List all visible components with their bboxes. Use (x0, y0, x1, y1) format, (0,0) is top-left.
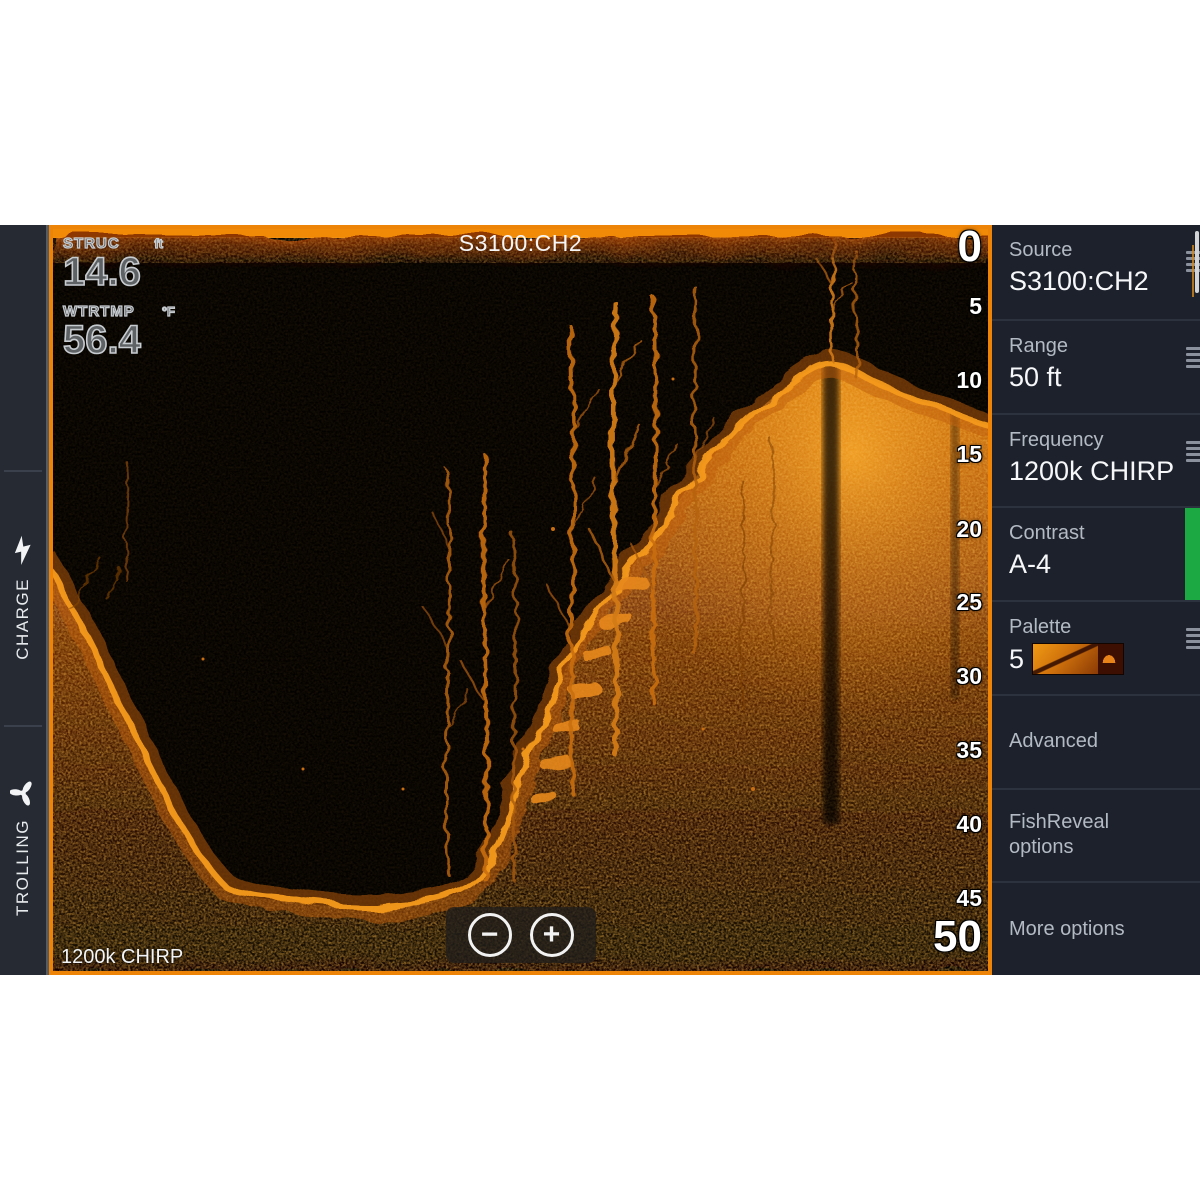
menu-item-fishreveal-options[interactable]: FishReveal options (992, 788, 1200, 882)
menu-item-value: A-4 (1009, 549, 1200, 580)
propeller-icon (10, 780, 36, 811)
menu-item-palette[interactable]: Palette 5 (992, 600, 1200, 694)
menu-item-label: Palette (1009, 615, 1159, 640)
submenu-list-icon (1186, 628, 1200, 649)
zoom-in-button[interactable]: + (530, 913, 574, 957)
menu-item-value: 1200k CHIRP (1009, 456, 1200, 487)
depth-tick-15: 15 (956, 441, 982, 468)
menu-item-label: More options (1009, 917, 1125, 942)
palette-preview-thumbnail (1032, 643, 1124, 675)
submenu-list-icon (1186, 441, 1200, 462)
contrast-active-indicator (1185, 508, 1200, 600)
menu-item-contrast[interactable]: Contrast A-4 (992, 506, 1200, 600)
wtrtmp-unit: °F (162, 304, 175, 319)
sidebar-item-trolling[interactable]: TROLLING (0, 780, 46, 916)
menu-item-range[interactable]: Range 50 ft (992, 319, 1200, 413)
plus-icon: + (543, 916, 561, 954)
submenu-list-icon (1186, 347, 1200, 368)
sidebar-item-charge[interactable]: CHARGE (0, 535, 46, 660)
menu-scrollbar-accent (1192, 245, 1194, 297)
palette-fish-swatch (1098, 644, 1123, 674)
struc-unit: ft (154, 236, 163, 251)
sidebar-divider (4, 470, 42, 472)
depth-tick-30: 30 (956, 663, 982, 690)
sidebar-divider (4, 725, 42, 727)
menu-item-source[interactable]: Source S3100:CH2 (992, 225, 1200, 319)
fish-arch-icon (1101, 653, 1117, 663)
zoom-control: − + (446, 907, 596, 963)
struc-value: 14.6 (63, 252, 183, 293)
wtrtmp-value: 56.4 (63, 320, 193, 361)
sonar-settings-menu: Source S3100:CH2 Range 50 ft Frequency 1… (992, 225, 1200, 975)
menu-item-advanced[interactable]: Advanced (992, 694, 1200, 788)
menu-item-label: Advanced (1009, 729, 1098, 754)
depth-tick-25: 25 (956, 589, 982, 616)
menu-item-label: Contrast (1009, 521, 1159, 546)
depth-tick-5: 5 (969, 293, 982, 320)
sidebar-item-label: TROLLING (13, 819, 33, 916)
lightning-bolt-icon (10, 535, 36, 570)
depth-tick-20: 20 (956, 516, 982, 543)
menu-item-label: Range (1009, 334, 1159, 359)
menu-item-more-options[interactable]: More options (992, 881, 1200, 975)
menu-item-label: Frequency (1009, 428, 1159, 453)
depth-tick-50: 50 (933, 915, 982, 959)
frequency-overlay-label: 1200k CHIRP (61, 946, 183, 969)
water-temp-gauge: WTRTMP °F 56.4 (63, 303, 193, 361)
palette-gradient-swatch (1033, 644, 1098, 674)
menu-item-value: 5 (1009, 644, 1024, 675)
menu-scrollbar[interactable] (1195, 231, 1199, 293)
zoom-out-button[interactable]: − (468, 913, 512, 957)
minus-icon: − (481, 916, 499, 954)
structure-depth-gauge: STRUC ft 14.6 (63, 235, 183, 293)
depth-tick-0: 0 (958, 225, 982, 269)
menu-item-value: 50 ft (1009, 362, 1200, 393)
sidebar-item-label: CHARGE (13, 578, 33, 660)
menu-item-label: Source (1009, 238, 1159, 263)
depth-tick-35: 35 (956, 737, 982, 764)
sonar-image (53, 229, 988, 971)
depth-tick-10: 10 (956, 367, 982, 394)
sonar-source-title: S3100:CH2 (53, 230, 988, 257)
menu-item-value: S3100:CH2 (1009, 266, 1200, 297)
depth-tick-40: 40 (956, 811, 982, 838)
menu-item-label: FishReveal options (1009, 810, 1159, 860)
left-control-bar: CHARGE TROLLING (0, 225, 49, 975)
menu-item-frequency[interactable]: Frequency 1200k CHIRP (992, 413, 1200, 507)
depth-tick-45: 45 (956, 885, 982, 912)
sonar-view[interactable]: S3100:CH2 STRUC ft 14.6 WTRTMP °F 56.4 0… (49, 225, 992, 975)
